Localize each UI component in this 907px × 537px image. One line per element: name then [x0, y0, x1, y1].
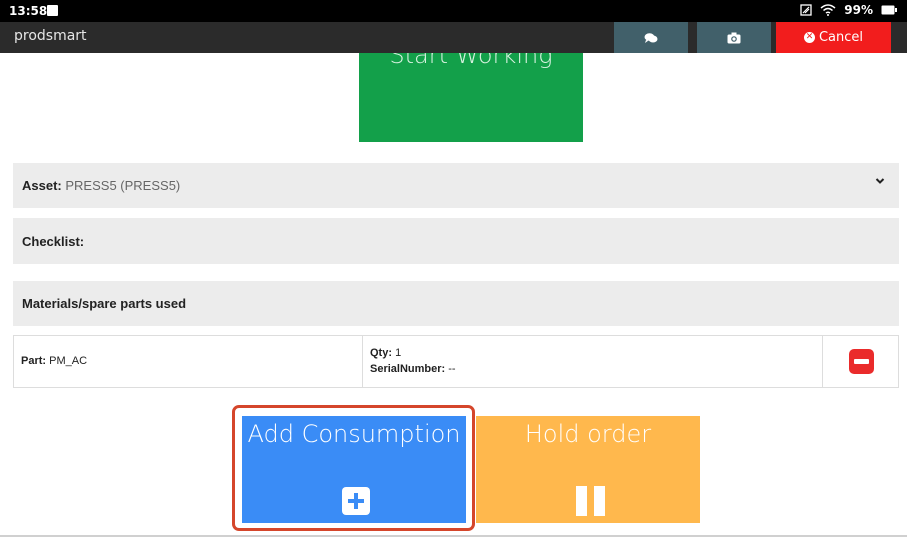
plus-icon	[342, 487, 370, 515]
status-indicators: 99%	[800, 3, 897, 17]
camera-button[interactable]	[697, 22, 771, 53]
remove-material-button[interactable]	[849, 349, 874, 374]
materials-panel: Materials/spare parts used	[13, 281, 899, 326]
app-bar: prodsmart ✕ Cancel	[0, 22, 907, 53]
chevron-down-icon[interactable]	[875, 177, 885, 185]
asset-value: PRESS5 (PRESS5)	[65, 178, 181, 193]
asset-panel[interactable]: Asset: PRESS5 (PRESS5)	[13, 163, 899, 208]
cast-icon	[800, 4, 812, 16]
start-working-label: Start Working	[389, 53, 553, 69]
part-value: PM_AC	[49, 355, 88, 367]
app-brand: prodsmart	[14, 28, 87, 44]
material-row: Part: PM_AC Qty: 1 SerialNumber: --	[13, 335, 899, 388]
chat-icon	[644, 32, 658, 43]
checklist-label: Checklist:	[22, 234, 85, 249]
add-consumption-button[interactable]: Add Consumption	[242, 416, 466, 523]
checklist-panel: Checklist:	[13, 218, 899, 264]
wifi-icon	[820, 4, 836, 16]
serial-value: --	[448, 363, 456, 375]
hold-order-button[interactable]: Hold order	[476, 416, 700, 523]
cancel-label: Cancel	[818, 30, 864, 45]
status-bar: 13:58 99%	[0, 0, 907, 22]
materials-label: Materials/spare parts used	[22, 296, 187, 311]
close-circle-icon: ✕	[803, 32, 815, 43]
serial-label: SerialNumber:	[370, 363, 446, 375]
battery-percent: 99%	[844, 3, 873, 17]
hold-order-label: Hold order	[524, 420, 652, 448]
notification-icon	[47, 5, 58, 16]
start-working-button[interactable]: Start Working	[359, 53, 583, 142]
qty-serial-cell: Qty: 1 SerialNumber: --	[363, 336, 823, 387]
cancel-button[interactable]: ✕ Cancel	[776, 22, 891, 53]
part-label: Part:	[21, 355, 47, 367]
add-consumption-label: Add Consumption	[247, 420, 461, 448]
status-time: 13:58	[9, 4, 48, 18]
camera-icon	[727, 32, 741, 43]
asset-label: Asset:	[22, 178, 62, 193]
qty-label: Qty:	[370, 347, 392, 359]
part-cell: Part: PM_AC	[14, 336, 363, 387]
chat-button[interactable]	[614, 22, 688, 53]
minus-icon	[854, 359, 869, 364]
battery-icon	[881, 5, 897, 15]
pause-icon	[576, 486, 605, 516]
remove-cell	[823, 336, 898, 387]
qty-value: 1	[395, 347, 402, 359]
